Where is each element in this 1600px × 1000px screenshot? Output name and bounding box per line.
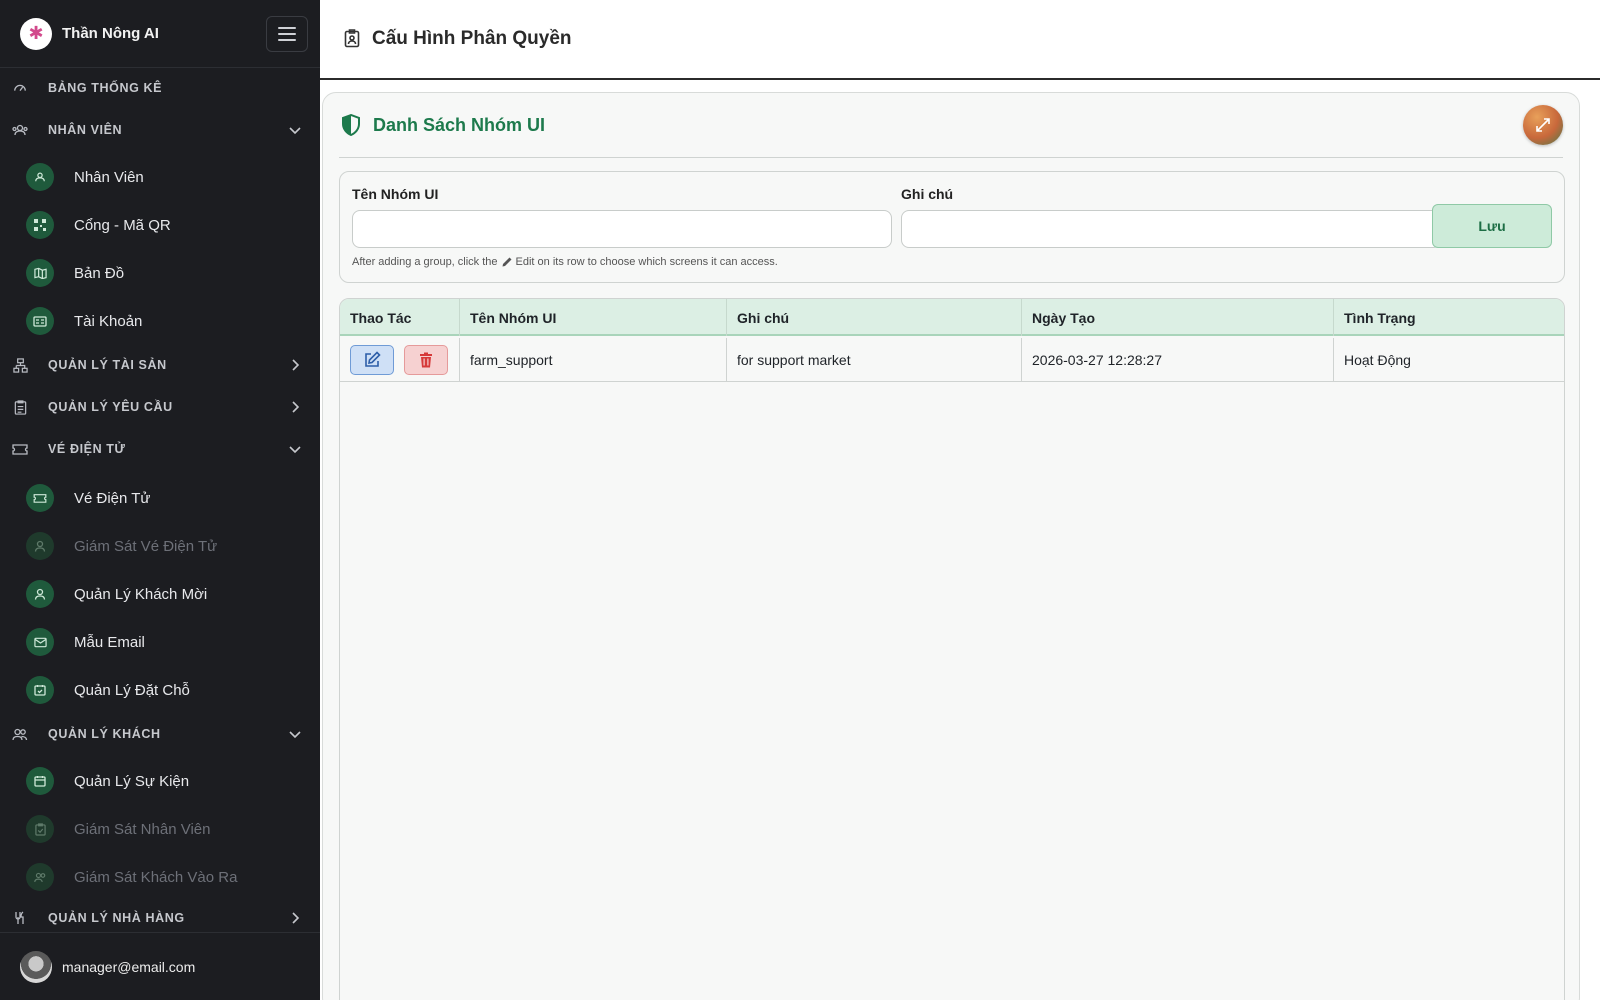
cell-group-name: farm_support xyxy=(460,338,727,382)
sidebar-section-e-ticket[interactable]: VÉ ĐIỆN TỬ xyxy=(0,431,320,467)
column-header-actions: Thao Tác xyxy=(340,299,460,336)
user-monitor-icon xyxy=(26,532,54,560)
clipboard-check-icon xyxy=(26,815,54,843)
table-header: Thao Tác Tên Nhóm UI Ghi chú Ngày Tạo Tì… xyxy=(340,299,1564,336)
group-name-input[interactable] xyxy=(352,210,892,248)
save-button[interactable]: Lưu xyxy=(1432,204,1552,248)
sidebar-item-staff-monitor[interactable]: Giám Sát Nhân Viên xyxy=(0,809,320,849)
edit-icon xyxy=(365,351,381,367)
page-title: Cấu Hình Phân Quyền xyxy=(372,28,572,49)
sidebar-item-e-ticket-monitor[interactable]: Giám Sát Vé Điện Tử xyxy=(0,526,320,566)
chevron-down-icon xyxy=(288,123,302,137)
delete-button[interactable] xyxy=(404,345,448,375)
note-label: Ghi chú xyxy=(901,186,954,202)
sitemap-icon xyxy=(12,357,28,373)
column-header-status: Tình Trạng xyxy=(1344,309,1416,326)
shield-icon xyxy=(341,113,361,137)
cutlery-icon xyxy=(12,910,28,926)
map-icon xyxy=(26,259,54,287)
brand-logo: ✱ xyxy=(20,17,52,50)
team-icon xyxy=(26,163,54,191)
users-icon xyxy=(12,726,28,742)
expand-icon xyxy=(1536,118,1550,132)
hint-text-before: After adding a group, click the xyxy=(352,256,498,268)
user-icon xyxy=(26,580,54,608)
pencil-icon xyxy=(502,257,512,267)
badge-icon xyxy=(344,29,362,49)
chevron-down-icon xyxy=(288,442,302,456)
chevron-right-icon xyxy=(288,358,302,372)
chevron-right-icon xyxy=(288,400,302,414)
sidebar-item-booking[interactable]: Quản Lý Đặt Chỗ xyxy=(0,670,320,710)
sidebar-item-e-ticket[interactable]: Vé Điện Tử xyxy=(0,478,320,518)
sidebar-section-restaurant[interactable]: QUẢN LÝ NHÀ HÀNG xyxy=(0,903,320,933)
clipboard-icon xyxy=(12,399,28,415)
chevron-right-icon xyxy=(288,911,302,925)
user-profile[interactable]: manager@email.com xyxy=(0,932,320,1000)
sidebar-item-guest-in-out-monitor[interactable]: Giám Sát Khách Vào Ra xyxy=(0,857,320,897)
sidebar-item-staff[interactable]: Nhân Viên xyxy=(0,157,320,197)
card-title: Danh Sách Nhóm UI xyxy=(373,114,546,135)
sidebar-item-account[interactable]: Tài Khoản xyxy=(0,301,320,341)
sidebar-section-guests[interactable]: QUẢN LÝ KHÁCH xyxy=(0,716,320,752)
sidebar-section-staff[interactable]: NHÂN VIÊN xyxy=(0,112,320,148)
sidebar-section-requests[interactable]: QUẢN LÝ YÊU CẦU xyxy=(0,389,320,425)
ui-group-table: Thao Tác Tên Nhóm UI Ghi chú Ngày Tạo Tì… xyxy=(339,298,1565,1000)
cell-created: 2026-03-27 12:28:27 xyxy=(1022,338,1334,382)
page-header: Cấu Hình Phân Quyền xyxy=(320,0,1600,80)
sidebar-item-guests[interactable]: Quản Lý Khách Mời xyxy=(0,574,320,614)
group-name-label: Tên Nhóm UI xyxy=(352,186,439,202)
chevron-down-icon xyxy=(288,727,302,741)
user-email: manager@email.com xyxy=(62,958,196,975)
column-header-name: Tên Nhóm UI xyxy=(460,299,727,336)
hint-text-after: Edit on its row to choose which screens … xyxy=(515,256,778,268)
mail-icon xyxy=(26,628,54,656)
brand-name: Thần Nông AI xyxy=(62,25,159,42)
team-icon xyxy=(12,122,28,138)
column-header-note: Ghi chú xyxy=(727,299,1022,336)
edit-button[interactable] xyxy=(350,345,394,375)
table-row: farm_support for support market 2026-03-… xyxy=(340,338,1564,382)
sidebar-item-events[interactable]: Quản Lý Sự Kiện xyxy=(0,761,320,801)
column-header-created: Ngày Tạo xyxy=(1022,299,1334,336)
card-header: Danh Sách Nhóm UI xyxy=(339,93,1563,158)
hamburger-icon xyxy=(278,27,296,29)
brand-bar: ✱ Thần Nông AI xyxy=(0,0,320,68)
form-hint: After adding a group, click the Edit on … xyxy=(352,256,778,268)
trash-icon xyxy=(420,352,432,368)
menu-toggle-button[interactable] xyxy=(266,16,308,52)
ticket-icon xyxy=(12,441,28,457)
avatar xyxy=(20,950,52,983)
dashboard-icon xyxy=(12,80,28,96)
users-icon xyxy=(26,863,54,891)
ui-group-card: Danh Sách Nhóm UI Tên Nhóm UI Ghi chú Lư… xyxy=(322,92,1580,1000)
ticket-icon xyxy=(26,484,54,512)
sidebar: ✱ Thần Nông AI BẢNG THỐNG KÊ NHÂN VIÊN N… xyxy=(0,0,320,1000)
id-card-icon xyxy=(26,307,54,335)
sidebar-section-assets[interactable]: QUẢN LÝ TÀI SẢN xyxy=(0,347,320,383)
cell-note: for support market xyxy=(727,338,1022,382)
sidebar-item-gate-qr[interactable]: Cổng - Mã QR xyxy=(0,205,320,245)
calendar-check-icon xyxy=(26,676,54,704)
sidebar-item-map[interactable]: Bản Đồ xyxy=(0,253,320,293)
sidebar-item-email-template[interactable]: Mẫu Email xyxy=(0,622,320,662)
qr-icon xyxy=(26,211,54,239)
sidebar-section-dashboard[interactable]: BẢNG THỐNG KÊ xyxy=(0,70,320,106)
add-group-form: Tên Nhóm UI Ghi chú Lưu After adding a g… xyxy=(339,171,1565,283)
row-actions xyxy=(340,338,460,382)
cell-status: Hoạt Động xyxy=(1344,352,1411,368)
calendar-icon xyxy=(26,767,54,795)
note-input[interactable] xyxy=(901,210,1441,248)
expand-button[interactable] xyxy=(1523,105,1563,145)
